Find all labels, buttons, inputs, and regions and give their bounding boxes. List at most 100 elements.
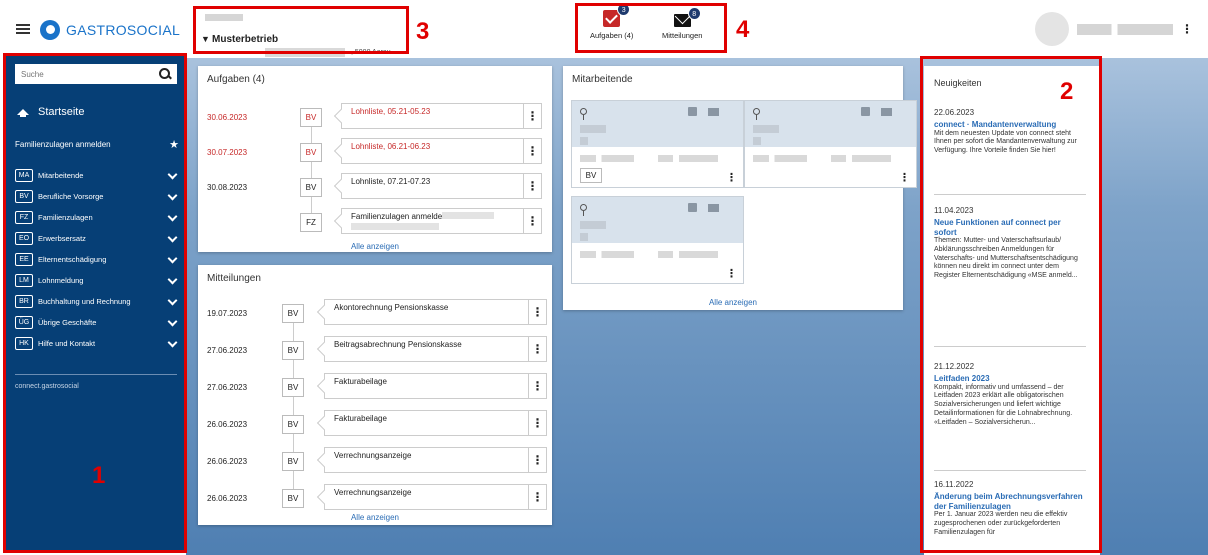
message-row[interactable]: 26.06.2023 BV Verrechnungsanzeige ⋮ — [198, 482, 552, 516]
avatar[interactable] — [1035, 12, 1069, 46]
checkbox-icon[interactable] — [861, 107, 870, 116]
news-headline[interactable]: connect · Mandantenverwaltung — [934, 120, 1084, 130]
search-icon[interactable] — [159, 68, 171, 80]
sidebar-item-home[interactable]: Startseite — [17, 106, 84, 118]
tasks-button[interactable]: 3 Aufgaben (4) — [590, 3, 633, 40]
sidebar-item-lohnmeldung[interactable]: LM Lohnmeldung — [15, 270, 179, 291]
messages-button[interactable]: 8 Mitteilungen — [662, 7, 702, 40]
message-item-box[interactable]: Verrechnungsanzeige — [324, 447, 538, 473]
redacted-text — [580, 137, 588, 145]
nav-abbr: ÜG — [15, 316, 33, 329]
message-item-box[interactable]: Verrechnungsanzeige — [324, 484, 538, 510]
messages-show-all-link[interactable]: Alle anzeigen — [198, 513, 552, 522]
more-vertical-icon[interactable]: ⋮ — [523, 103, 542, 129]
sidebar-footer[interactable]: connect.gastrosocial — [15, 383, 79, 390]
chevron-down-icon — [167, 211, 178, 221]
redacted-text — [658, 251, 718, 258]
more-vertical-icon[interactable]: ⋮ — [528, 447, 547, 473]
mail-icon[interactable] — [708, 108, 719, 116]
news-headline[interactable]: Änderung beim Abrechnungsverfahren der F… — [934, 492, 1084, 511]
task-item-box[interactable]: Lohnliste, 05.21-05.23 — [341, 103, 524, 129]
menu-icon[interactable] — [16, 24, 30, 34]
task-text: Lohnliste, 06.21-06.23 — [351, 142, 431, 151]
task-row[interactable]: 30.07.2023 BV Lohnliste, 06.21-06.23 ⋮ — [198, 136, 552, 170]
redacted-text — [831, 155, 891, 162]
more-vertical-icon[interactable]: ⋮ — [528, 410, 547, 436]
redacted-text — [753, 137, 761, 145]
more-vertical-icon[interactable]: ⋮ — [899, 171, 910, 184]
message-item-box[interactable]: Fakturabeilage — [324, 373, 538, 399]
search-input[interactable] — [21, 69, 159, 79]
employee-card[interactable]: BV ⋮ — [571, 100, 744, 188]
checkbox-icon[interactable] — [688, 203, 697, 212]
task-row[interactable]: 30.08.2023 BV Lohnliste, 07.21-07.23 ⋮ — [198, 171, 552, 205]
more-vertical-icon[interactable]: ⋮ — [528, 484, 547, 510]
news-text: Per 1. Januar 2023 werden neu die effekt… — [934, 511, 1068, 536]
more-vertical-icon[interactable]: ⋮ — [523, 138, 542, 164]
sidebar-divider — [15, 374, 177, 375]
message-row[interactable]: 26.06.2023 BV Fakturabeilage ⋮ — [198, 408, 552, 442]
employee-card[interactable]: ⋮ — [571, 196, 744, 284]
more-vertical-icon[interactable]: ⋮ — [528, 373, 547, 399]
sidebar-item-elternentschaedigung[interactable]: EE Elternentschädigung — [15, 249, 179, 270]
message-row[interactable]: 26.06.2023 BV Verrechnungsanzeige ⋮ — [198, 445, 552, 479]
message-text: Verrechnungsanzeige — [334, 451, 412, 460]
more-vertical-icon[interactable]: ⋮ — [1181, 23, 1193, 35]
task-row[interactable]: 30.06.2023 BV Lohnliste, 05.21-05.23 ⋮ — [198, 101, 552, 135]
task-badge: BV — [300, 178, 322, 197]
employees-show-all-link[interactable]: Alle anzeigen — [563, 298, 903, 307]
search-box — [15, 64, 177, 84]
sidebar-item-mitarbeitende[interactable]: MA Mitarbeitende — [15, 165, 179, 186]
logo[interactable]: GASTROSOCIAL — [40, 20, 180, 40]
chevron-down-icon — [167, 232, 178, 242]
news-headline[interactable]: Neue Funktionen auf connect per sofort — [934, 218, 1084, 237]
message-row[interactable]: 19.07.2023 BV Akontorechnung Pensionskas… — [198, 297, 552, 331]
sidebar-item-uebrige-geschaefte[interactable]: ÜG Übrige Geschäfte — [15, 312, 179, 333]
mail-icon[interactable] — [708, 204, 719, 212]
checkbox-icon[interactable] — [688, 107, 697, 116]
sidebar-item-erwerbsersatz[interactable]: EO Erwerbsersatz — [15, 228, 179, 249]
message-row[interactable]: 27.06.2023 BV Beitragsabrechnung Pension… — [198, 334, 552, 368]
task-item-box[interactable]: Familienzulagen anmelden — [341, 208, 524, 234]
sidebar-item-familienzulagen[interactable]: FZ Familienzulagen — [15, 207, 179, 228]
message-row[interactable]: 27.06.2023 BV Fakturabeilage ⋮ — [198, 371, 552, 405]
star-icon[interactable]: ★ — [169, 138, 179, 151]
sidebar-item-family-allowance[interactable]: Familienzulagen anmelden ★ — [15, 138, 179, 151]
sidebar-item-berufliche-vorsorge[interactable]: BV Berufliche Vorsorge — [15, 186, 179, 207]
task-date: 30.08.2023 — [207, 183, 248, 192]
news-item[interactable]: 22.06.2023 connect · Mandantenverwaltung… — [934, 108, 1084, 156]
task-row[interactable]: FZ Familienzulagen anmelden ⋮ — [198, 206, 552, 240]
company-selector[interactable]: ▼ Musterbetrieb , 5000 Aarau — [195, 10, 407, 57]
message-date: 26.06.2023 — [207, 420, 248, 429]
more-vertical-icon[interactable]: ⋮ — [528, 336, 547, 362]
message-item-box[interactable]: Beitragsabrechnung Pensionskasse — [324, 336, 538, 362]
task-item-box[interactable]: Lohnliste, 07.21-07.23 — [341, 173, 524, 199]
news-headline[interactable]: Leitfaden 2023 — [934, 374, 1084, 384]
redacted-text — [753, 155, 807, 162]
sidebar-item-buchhaltung[interactable]: BR Buchhaltung und Rechnung — [15, 291, 179, 312]
sidebar-item-hilfe-kontakt[interactable]: HK Hilfe und Kontakt — [15, 333, 179, 354]
employee-card[interactable]: ⋮ — [744, 100, 917, 188]
message-item-box[interactable]: Akontorechnung Pensionskasse — [324, 299, 538, 325]
news-item[interactable]: 16.11.2022 Änderung beim Abrechnungsverf… — [934, 480, 1084, 537]
message-item-box[interactable]: Fakturabeilage — [324, 410, 538, 436]
more-vertical-icon[interactable]: ⋮ — [528, 299, 547, 325]
message-date: 19.07.2023 — [207, 309, 248, 318]
task-item-box[interactable]: Lohnliste, 06.21-06.23 — [341, 138, 524, 164]
tasks-card: Aufgaben (4) 30.06.2023 BV Lohnliste, 05… — [198, 66, 552, 252]
redacted-text — [580, 221, 606, 229]
chevron-down-icon — [167, 169, 178, 179]
tasks-show-all-link[interactable]: Alle anzeigen — [198, 242, 552, 251]
redacted-text — [580, 125, 606, 133]
redacted-text — [658, 155, 718, 162]
more-vertical-icon[interactable]: ⋮ — [523, 173, 542, 199]
news-item[interactable]: 11.04.2023 Neue Funktionen auf connect p… — [934, 206, 1084, 281]
more-vertical-icon[interactable]: ⋮ — [523, 208, 542, 234]
more-vertical-icon[interactable]: ⋮ — [726, 171, 737, 184]
more-vertical-icon[interactable]: ⋮ — [726, 267, 737, 280]
news-text: Themen: Mutter- und Vaterschaftsurlaub/ … — [934, 237, 1078, 280]
nav-label: Familienzulagen — [38, 213, 93, 222]
user-menu[interactable]: ⋮ — [1035, 12, 1193, 46]
news-item[interactable]: 21.12.2022 Leitfaden 2023 Kompakt, infor… — [934, 362, 1084, 427]
mail-icon[interactable] — [881, 108, 892, 116]
